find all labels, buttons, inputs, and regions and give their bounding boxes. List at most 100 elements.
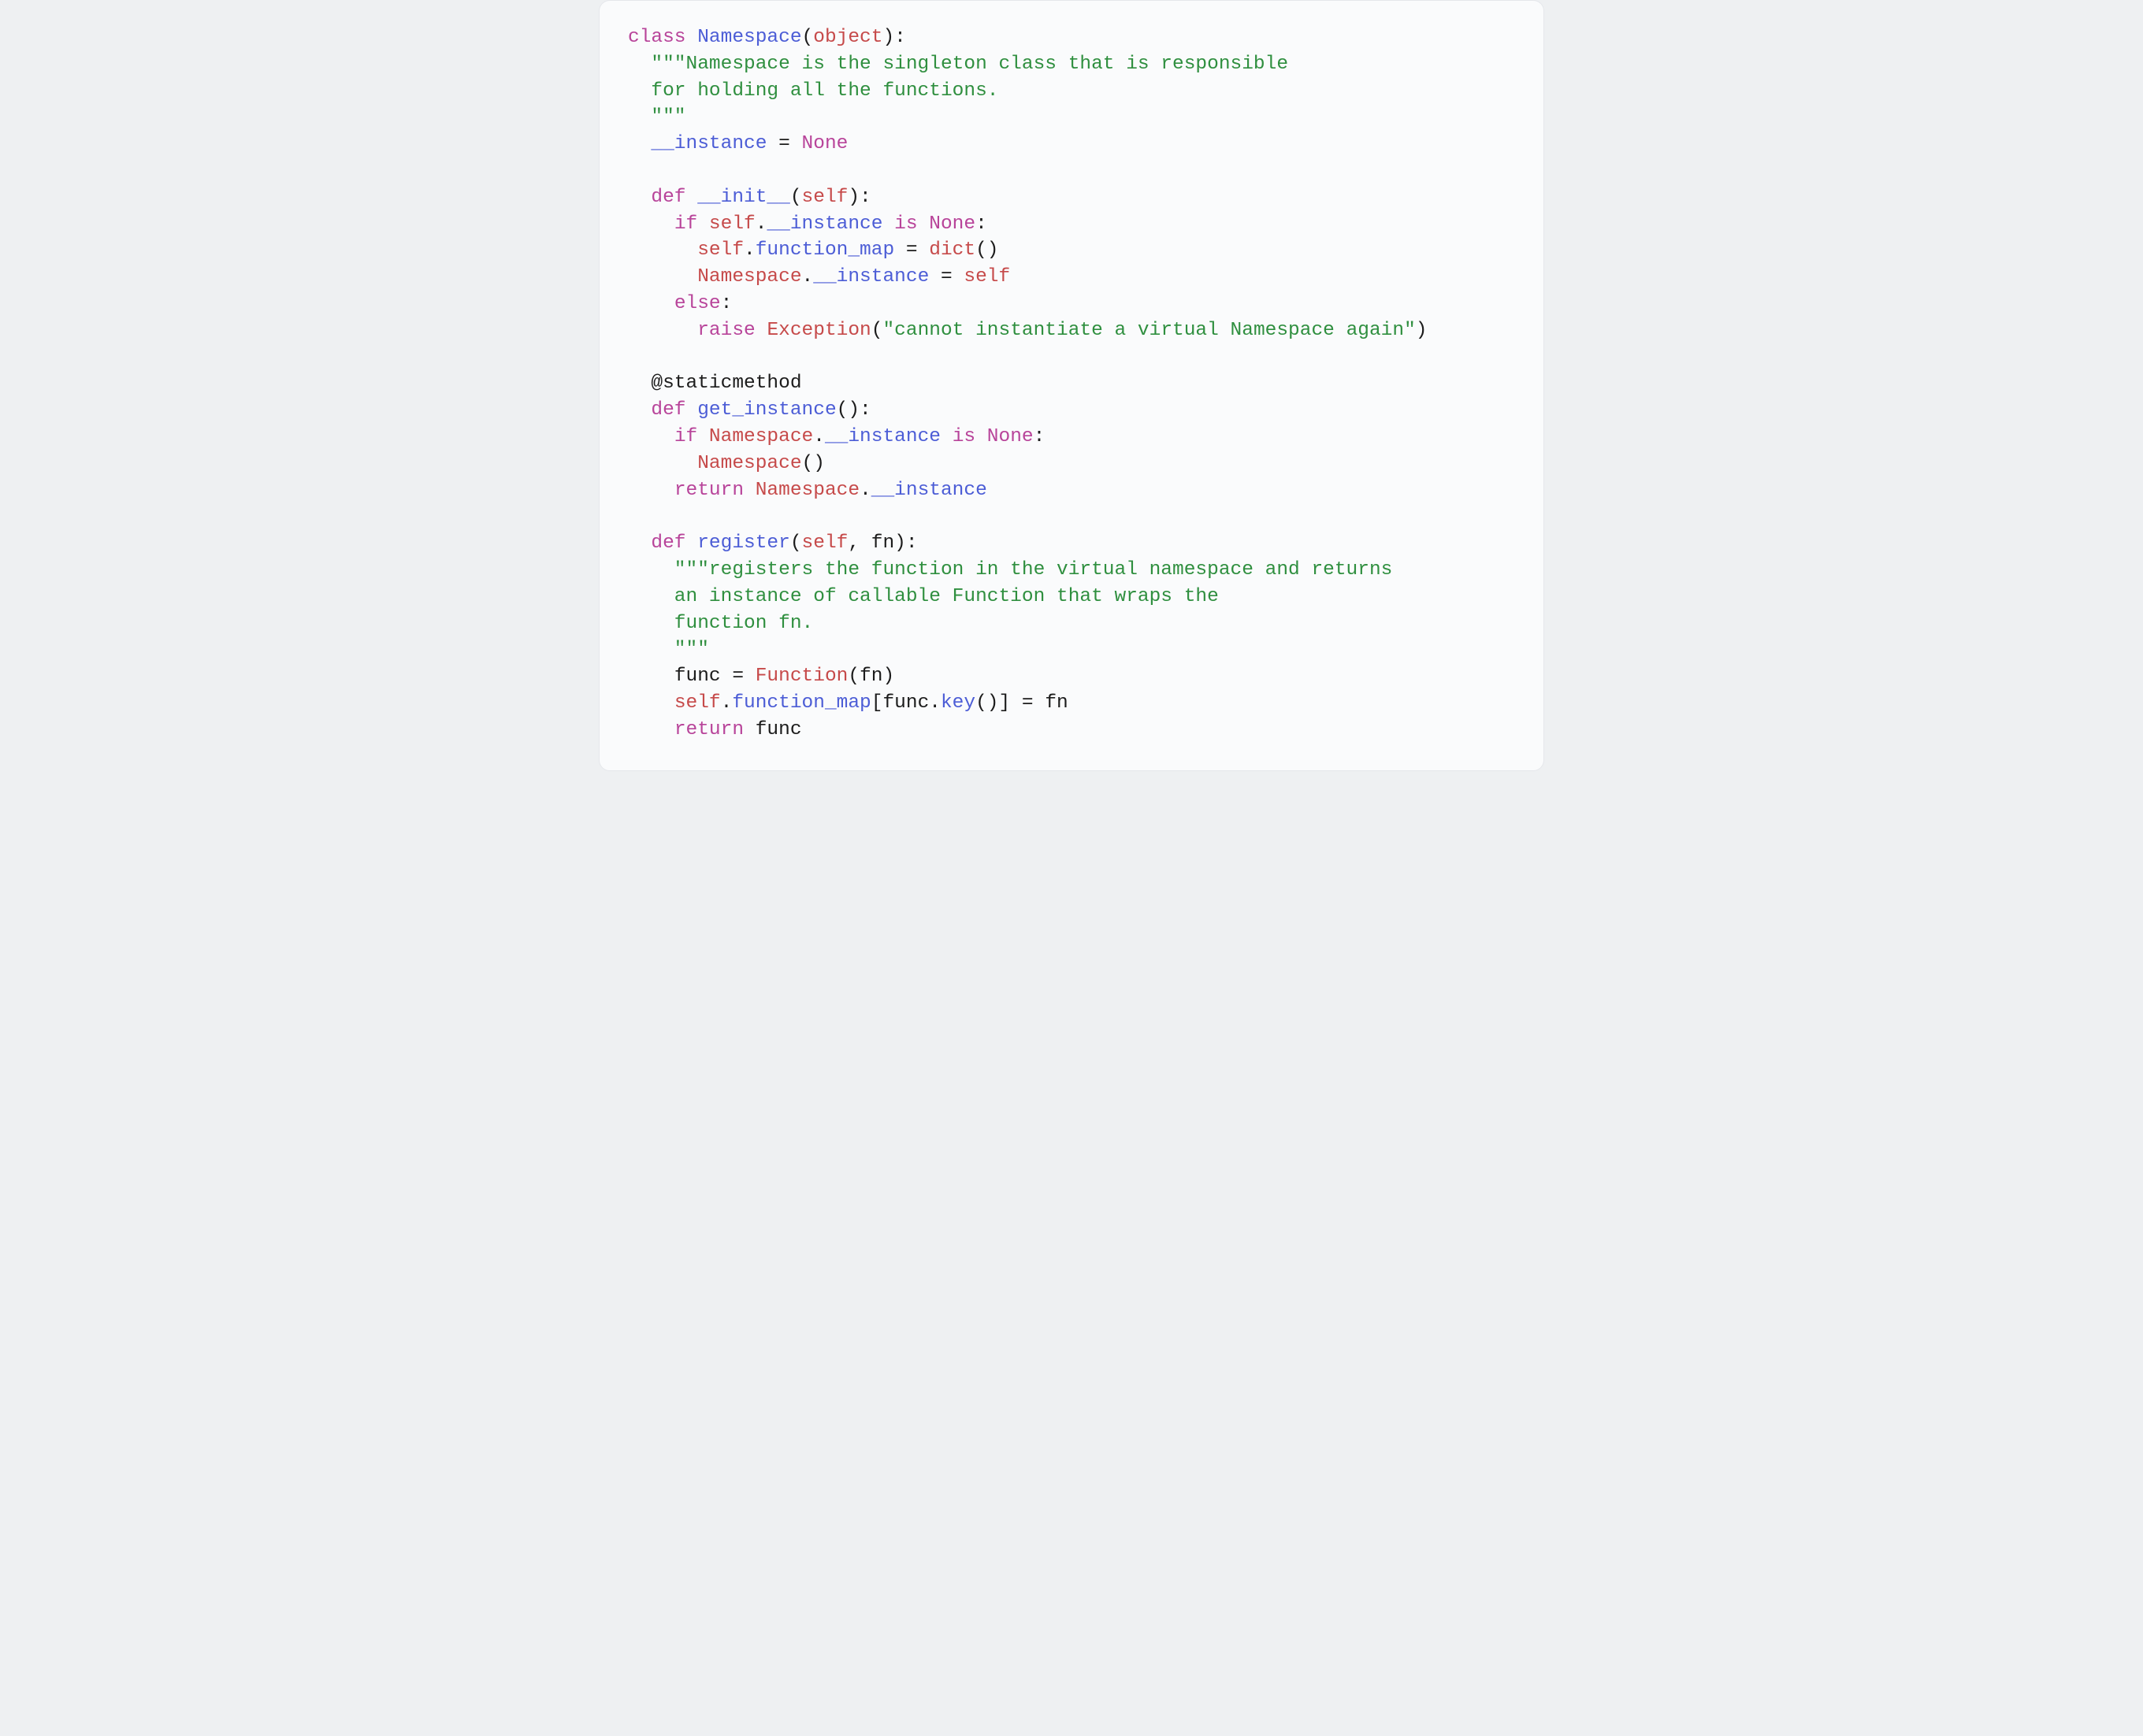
paren: ) [1416,320,1428,341]
attr-instance: __instance [813,266,929,287]
space [975,426,987,447]
keyword-if: if [674,213,709,235]
dot: . [860,480,871,501]
var-func: func [882,692,929,714]
self: self [709,213,756,235]
none-literal: None [929,213,975,235]
none-literal: None [987,426,1034,447]
bracket: [ [871,692,883,714]
class-attr-instance: __instance [651,133,767,154]
builtin-dict: dict [929,239,975,261]
paren: () [975,239,998,261]
method-key: key [941,692,975,714]
paren: ): [882,27,905,48]
indent [628,213,674,235]
paren: ) [882,666,894,687]
func-name-init: __init__ [697,187,790,208]
space [941,426,953,447]
func-name-get-instance: get_instance [697,399,836,421]
class-ref-function: Function [756,666,849,687]
class-ref-namespace: Namespace [697,266,801,287]
attr-function-map: function_map [732,692,871,714]
param-fn: fn [871,532,894,554]
indent [628,453,697,474]
keyword-return: return [674,480,756,501]
comma: , [848,532,871,554]
func-name-register: register [697,532,790,554]
operator-eq: = [1010,692,1045,714]
param-self: self [802,532,849,554]
dot: . [929,692,941,714]
docstring: """ [628,106,686,128]
class-ref-namespace: Namespace [756,480,860,501]
self: self [674,692,721,714]
paren: ): [848,187,871,208]
docstring: an instance of callable Function that wr… [628,586,1219,607]
self: self [964,266,1010,287]
var-fn: fn [1045,692,1068,714]
keyword-raise: raise [697,320,767,341]
class-ref-namespace: Namespace [697,453,801,474]
attr-instance: __instance [871,480,987,501]
keyword-is: is [894,213,917,235]
keyword-def: def [651,532,697,554]
none-literal: None [802,133,849,154]
paren: (): [837,399,871,421]
paren: ( [802,27,814,48]
docstring: function fn. [628,613,813,634]
paren: ( [848,666,860,687]
var-func: func [756,719,802,740]
dot: . [756,213,767,235]
operator-eq: = [894,239,929,261]
code-block: class Namespace(object): """Namespace is… [599,0,1544,771]
keyword-class: class [628,27,697,48]
class-name: Namespace [697,27,801,48]
docstring: """registers the function in the virtual… [628,559,1392,581]
keyword-def: def [651,399,697,421]
class-ref-exception: Exception [767,320,871,341]
decorator-staticmethod: @staticmethod [651,373,801,394]
indent [628,239,697,261]
self: self [697,239,744,261]
indent [628,426,674,447]
indent [628,719,674,740]
dot: . [721,692,733,714]
keyword-else: else [674,293,721,314]
indent [628,373,651,394]
dot: . [744,239,756,261]
dot: . [802,266,814,287]
builtin-object: object [813,27,882,48]
operator-eq: = [929,266,964,287]
docstring: """ [628,639,709,660]
indent [628,399,651,421]
space [882,213,894,235]
keyword-is: is [953,426,975,447]
indent [628,320,697,341]
colon: : [1034,426,1046,447]
keyword-def: def [651,187,697,208]
var-fn: fn [860,666,882,687]
docstring: for holding all the functions. [628,80,998,102]
attr-instance: __instance [767,213,882,235]
paren: ( [790,532,802,554]
indent [628,293,674,314]
docstring: """Namespace is the singleton class that… [628,54,1288,75]
paren: ): [894,532,917,554]
indent [628,480,674,501]
paren: () [975,692,998,714]
paren: ( [790,187,802,208]
bracket: ] [999,692,1011,714]
colon: : [721,293,733,314]
paren: () [802,453,825,474]
keyword-if: if [674,426,709,447]
keyword-return: return [674,719,756,740]
indent [628,133,651,154]
space [918,213,930,235]
var-func: func [674,666,721,687]
class-ref-namespace: Namespace [709,426,813,447]
indent [628,532,651,554]
indent [628,187,651,208]
indent [628,266,697,287]
string-literal: "cannot instantiate a virtual Namespace … [882,320,1415,341]
paren: ( [871,320,883,341]
